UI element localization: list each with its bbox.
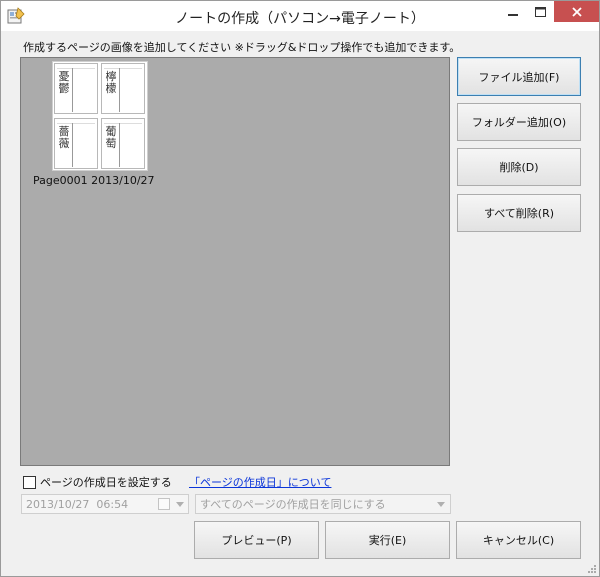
maximize-button[interactable] bbox=[527, 1, 554, 22]
chevron-down-icon[interactable] bbox=[437, 502, 445, 507]
delete-all-button[interactable]: すべて削除(R) bbox=[457, 194, 581, 232]
page-image-drop-area[interactable]: 憂鬱 檸檬 薔薇 葡萄 Page0001 2013/10/27 bbox=[20, 57, 450, 466]
thumbnail-cell: 憂鬱 bbox=[54, 63, 98, 114]
creation-date-picker[interactable]: 2013/10/27 06:54 bbox=[21, 494, 189, 514]
add-folder-button[interactable]: フォルダー追加(O) bbox=[457, 103, 581, 141]
thumbnail-cell-text: 憂鬱 bbox=[58, 70, 70, 95]
resize-grip-icon[interactable] bbox=[587, 564, 597, 574]
page-thumbnail[interactable]: 憂鬱 檸檬 薔薇 葡萄 bbox=[52, 61, 148, 171]
maximize-icon bbox=[535, 6, 546, 17]
instruction-text: 作成するページの画像を追加してください ※ドラッグ&ドロップ操作でも追加できます… bbox=[23, 41, 461, 54]
add-file-button[interactable]: ファイル追加(F) bbox=[457, 57, 581, 96]
thumbnail-cell-text: 葡萄 bbox=[105, 125, 117, 150]
create-note-dialog: ノートの作成（パソコン→電子ノート） 作成するページの画像を追加してください ※… bbox=[0, 0, 600, 577]
cancel-button[interactable]: キャンセル(C) bbox=[456, 521, 581, 559]
minimize-icon bbox=[507, 13, 518, 16]
creation-date-mode-select[interactable]: すべてのページの作成日を同じにする bbox=[195, 494, 451, 514]
creation-date-help-link[interactable]: 「ページの作成日」について bbox=[189, 474, 331, 490]
page-thumbnail-item[interactable]: 憂鬱 檸檬 薔薇 葡萄 Page0001 2013/10/27 bbox=[33, 61, 155, 187]
chevron-down-icon[interactable] bbox=[176, 502, 184, 507]
title-bar: ノートの作成（パソコン→電子ノート） bbox=[1, 1, 599, 31]
minimize-button[interactable] bbox=[498, 1, 527, 22]
close-button[interactable] bbox=[554, 1, 599, 22]
creation-date-value: 2013/10/27 06:54 bbox=[26, 497, 129, 511]
thumbnail-cell: 葡萄 bbox=[101, 118, 145, 169]
thumbnail-cell-text: 薔薇 bbox=[58, 125, 70, 150]
set-creation-date-checkbox[interactable] bbox=[23, 475, 36, 489]
creation-date-mode-value: すべてのページの作成日を同じにする bbox=[200, 498, 386, 511]
calendar-icon[interactable] bbox=[158, 498, 170, 510]
preview-button[interactable]: プレビュー(P) bbox=[194, 521, 319, 559]
thumbnail-cell: 薔薇 bbox=[54, 118, 98, 169]
page-thumbnail-caption: Page0001 2013/10/27 bbox=[33, 174, 155, 187]
set-creation-date-option[interactable]: ページの作成日を設定する bbox=[23, 474, 172, 490]
set-creation-date-label[interactable]: ページの作成日を設定する bbox=[40, 474, 172, 490]
thumbnail-cell-text: 檸檬 bbox=[105, 70, 117, 95]
run-button[interactable]: 実行(E) bbox=[325, 521, 450, 559]
thumbnail-cell: 檸檬 bbox=[101, 63, 145, 114]
delete-button[interactable]: 削除(D) bbox=[457, 148, 581, 186]
close-icon bbox=[571, 6, 582, 17]
